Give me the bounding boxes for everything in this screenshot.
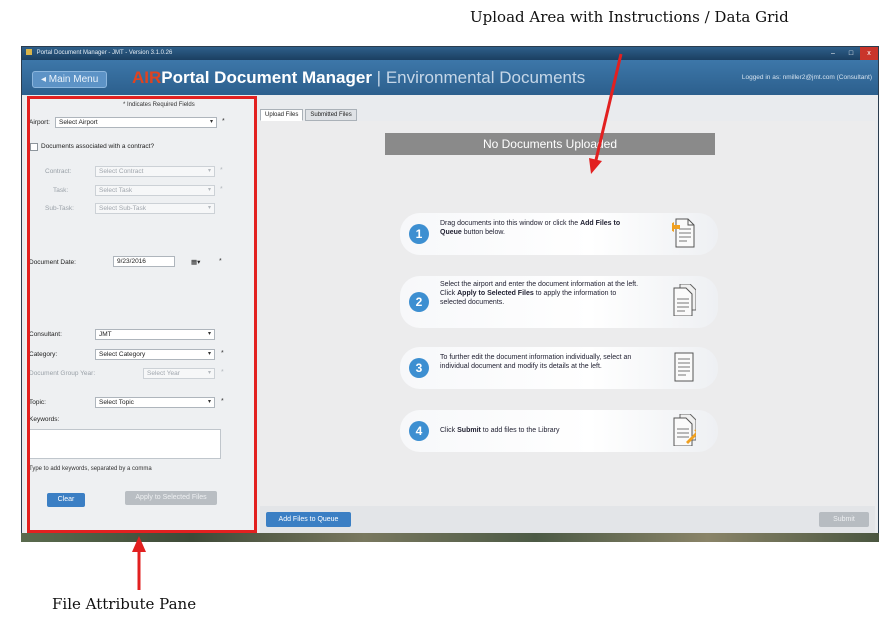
step-text: Click Submit to add files to the Library [440,427,560,434]
required-star: * [221,398,224,405]
no-documents-banner: No Documents Uploaded [385,133,715,155]
os-titlebar: Portal Document Manager - JMT - Version … [22,47,878,60]
chevron-down-icon: ▾ [207,370,211,376]
bottom-bar: Add Files to Queue Submit [260,506,875,533]
airport-select[interactable]: Select Airport ▾ [55,117,217,128]
apply-to-selected-files-button[interactable]: Apply to Selected Files [125,491,217,505]
app-subtitle: Environmental Documents [385,68,586,87]
step-number: 2 [409,292,429,312]
chevron-down-icon: ▾ [207,331,211,337]
required-star: * [219,258,222,265]
consultant-select-value: JMT [99,331,112,338]
maximize-button[interactable]: □ [842,47,860,60]
clear-button[interactable]: Clear [47,493,85,507]
chevron-down-icon: ▾ [207,168,211,174]
keywords-input[interactable] [29,429,221,459]
file-attribute-pane: * Indicates Required Fields Airport: Sel… [25,98,257,533]
document-date-label: Document Date: [29,259,76,266]
tab-submitted-files[interactable]: Submitted Files [305,109,357,121]
document-drag-icon [672,218,695,248]
instruction-step-2: 2 Select the airport and enter the docum… [400,276,718,328]
consultant-select[interactable]: JMT ▾ [95,329,215,340]
task-select[interactable]: Select Task ▾ [95,185,215,196]
keywords-label: Keywords: [29,416,60,423]
document-date-input[interactable]: 9/23/2016 [113,256,175,267]
app-title: AIRPortal Document Manager | Environment… [132,68,585,88]
file-attribute-pane-callout: File Attribute Pane [52,595,197,613]
instruction-step-3: 3 To further edit the document informati… [400,347,718,389]
required-star: * [220,167,223,174]
required-star: * [221,350,224,357]
logged-in-status: Logged in as: nmiller2@jmt.com (Consulta… [741,74,872,81]
main-menu-button[interactable]: ◂ Main Menu [32,71,108,88]
app-icon [26,49,32,56]
category-select[interactable]: Select Category ▾ [95,349,215,360]
step-number: 3 [409,358,429,378]
topic-select-value: Select Topic [99,399,134,406]
step-number: 4 [409,421,429,441]
required-fields-note: * Indicates Required Fields [123,102,195,108]
step-text: To further edit the document information… [440,354,632,370]
minimize-button[interactable]: – [824,47,842,60]
app-header: ◂ Main Menu AIRPortal Document Manager |… [22,60,878,95]
chevron-down-icon: ▾ [207,399,211,405]
app-name: Portal Document Manager [161,68,372,87]
documents-submit-icon [673,414,696,446]
group-year-select-value: Select Year [147,370,180,377]
window-controls: – □ x [824,47,878,60]
submit-button[interactable]: Submit [819,512,869,527]
group-year-select[interactable]: Select Year ▾ [143,368,215,379]
window-title: Portal Document Manager - JMT - Version … [36,50,173,56]
tab-upload-files[interactable]: Upload Files [260,109,304,121]
category-select-value: Select Category [99,351,146,358]
consultant-label: Consultant: [29,331,62,338]
task-select-value: Select Task [99,187,133,194]
document-icon [674,352,694,382]
upload-area-callout: Upload Area with Instructions / Data Gri… [470,8,789,26]
step-text: Select the airport and enter the documen… [440,281,639,306]
airport-select-value: Select Airport [59,119,98,126]
category-label: Category: [29,351,58,358]
contract-select-value: Select Contract [99,168,144,175]
topic-label: Topic: [29,399,46,406]
topic-select[interactable]: Select Topic ▾ [95,397,215,408]
step-number: 1 [409,224,429,244]
background-strip [21,533,879,542]
contract-checkbox[interactable] [30,143,38,151]
document-date-value: 9/23/2016 [117,258,146,265]
airport-label: Airport: [29,119,50,126]
contract-label: Contract: [45,168,72,175]
chevron-down-icon: ▾ [207,205,211,211]
required-star: * [220,186,223,193]
chevron-down-icon: ▾ [209,119,213,125]
subtask-select[interactable]: Select Sub-Task ▾ [95,203,215,214]
subtask-select-value: Select Sub-Task [99,205,146,212]
subtask-label: Sub-Task: [45,205,74,212]
contract-checkbox-label: Documents associated with a contract? [41,143,155,150]
group-year-label: Document Group Year: [29,370,96,377]
contract-select[interactable]: Select Contract ▾ [95,166,215,177]
chevron-down-icon: ▾ [207,351,211,357]
required-star: * [221,369,224,376]
required-star: * [222,118,225,125]
keywords-hint: Type to add keywords, separated by a com… [29,466,152,472]
instruction-step-1: 1 Drag documents into this window or cli… [400,213,718,255]
close-button[interactable]: x [860,47,878,60]
title-separator: | [376,68,382,87]
instruction-step-4: 4 Click Submit to add files to the Libra… [400,410,718,452]
tab-bar: Upload Files Submitted Files [260,109,359,121]
documents-stack-icon [673,284,696,316]
calendar-icon[interactable]: ▦▾ [191,258,200,266]
task-label: Task: [53,187,69,194]
step-text: Drag documents into this window or click… [440,220,621,236]
brand-prefix: AIR [132,68,162,87]
add-files-to-queue-button[interactable]: Add Files to Queue [266,512,351,527]
chevron-down-icon: ▾ [207,187,211,193]
